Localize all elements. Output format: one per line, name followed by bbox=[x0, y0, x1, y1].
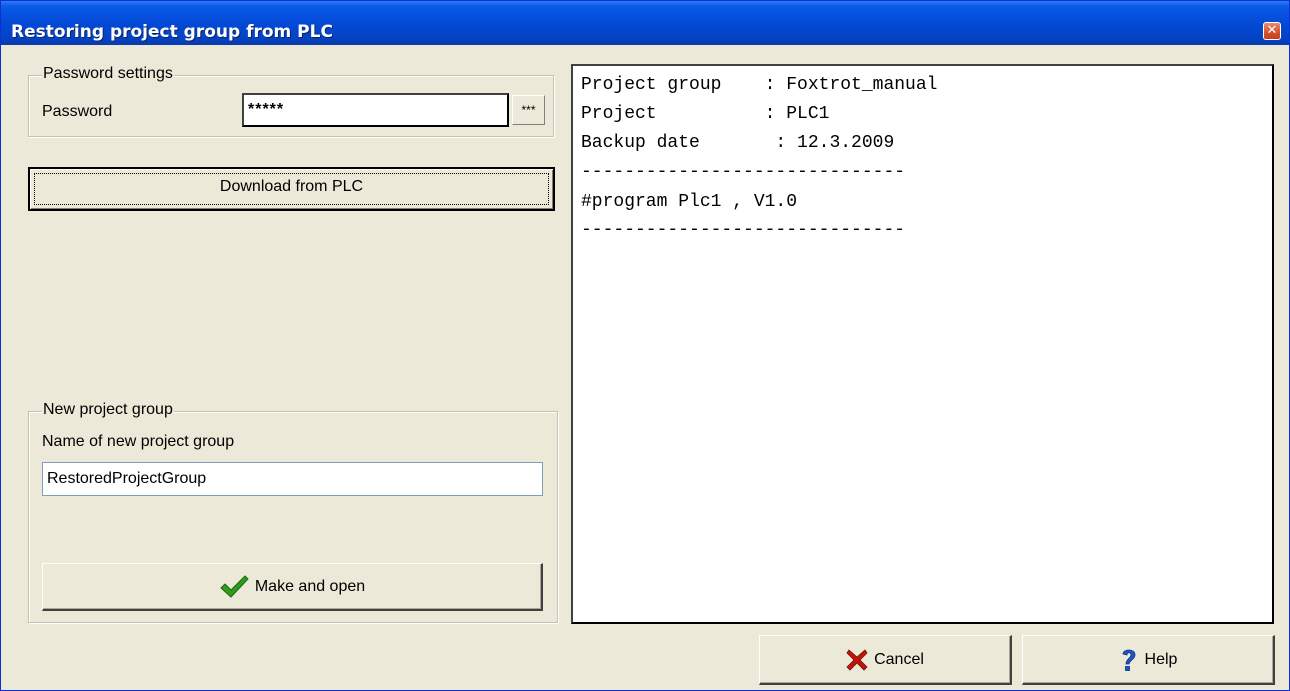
output-line-project-group: Project group : Foxtrot_manual bbox=[581, 75, 938, 95]
new-project-group-legend: New project group bbox=[42, 401, 174, 419]
project-group-name-input[interactable] bbox=[42, 462, 543, 496]
password-field[interactable] bbox=[242, 93, 509, 127]
password-settings-legend: Password settings bbox=[42, 65, 174, 83]
password-label: Password bbox=[42, 103, 113, 120]
output-line-separator-1: ------------------------------ bbox=[581, 162, 906, 182]
cancel-button[interactable]: Cancel bbox=[759, 635, 1012, 685]
question-icon bbox=[1119, 647, 1139, 673]
x-cancel-icon bbox=[846, 648, 868, 671]
window-title: Restoring project group from PLC bbox=[11, 22, 333, 42]
title-bar[interactable]: Restoring project group from PLC ✕ bbox=[1, 1, 1289, 45]
output-line-backup-date: Backup date : 12.3.2009 bbox=[581, 133, 895, 153]
download-from-plc-button[interactable]: Download from PLC bbox=[28, 167, 555, 211]
name-of-new-project-group-label: Name of new project group bbox=[42, 433, 235, 450]
restore-info-output[interactable]: Project group : Foxtrot_manual Project :… bbox=[571, 64, 1274, 624]
close-icon: ✕ bbox=[1266, 23, 1278, 38]
dialog-window: Restoring project group from PLC ✕ Passw… bbox=[0, 0, 1290, 691]
show-password-button[interactable]: *** bbox=[512, 95, 545, 125]
output-line-project: Project : PLC1 bbox=[581, 104, 830, 124]
output-line-program: #program Plc1 , V1.0 bbox=[581, 192, 798, 212]
help-label: Help bbox=[1144, 650, 1178, 668]
help-button[interactable]: Help bbox=[1022, 635, 1275, 685]
make-and-open-label: Make and open bbox=[254, 577, 366, 595]
output-line-separator-2: ------------------------------ bbox=[581, 220, 906, 240]
download-button-label: Download from PLC bbox=[219, 178, 364, 195]
checkmark-icon bbox=[219, 574, 249, 600]
close-button[interactable]: ✕ bbox=[1263, 22, 1281, 40]
cancel-label: Cancel bbox=[874, 650, 924, 668]
make-and-open-button[interactable]: Make and open bbox=[42, 563, 543, 611]
